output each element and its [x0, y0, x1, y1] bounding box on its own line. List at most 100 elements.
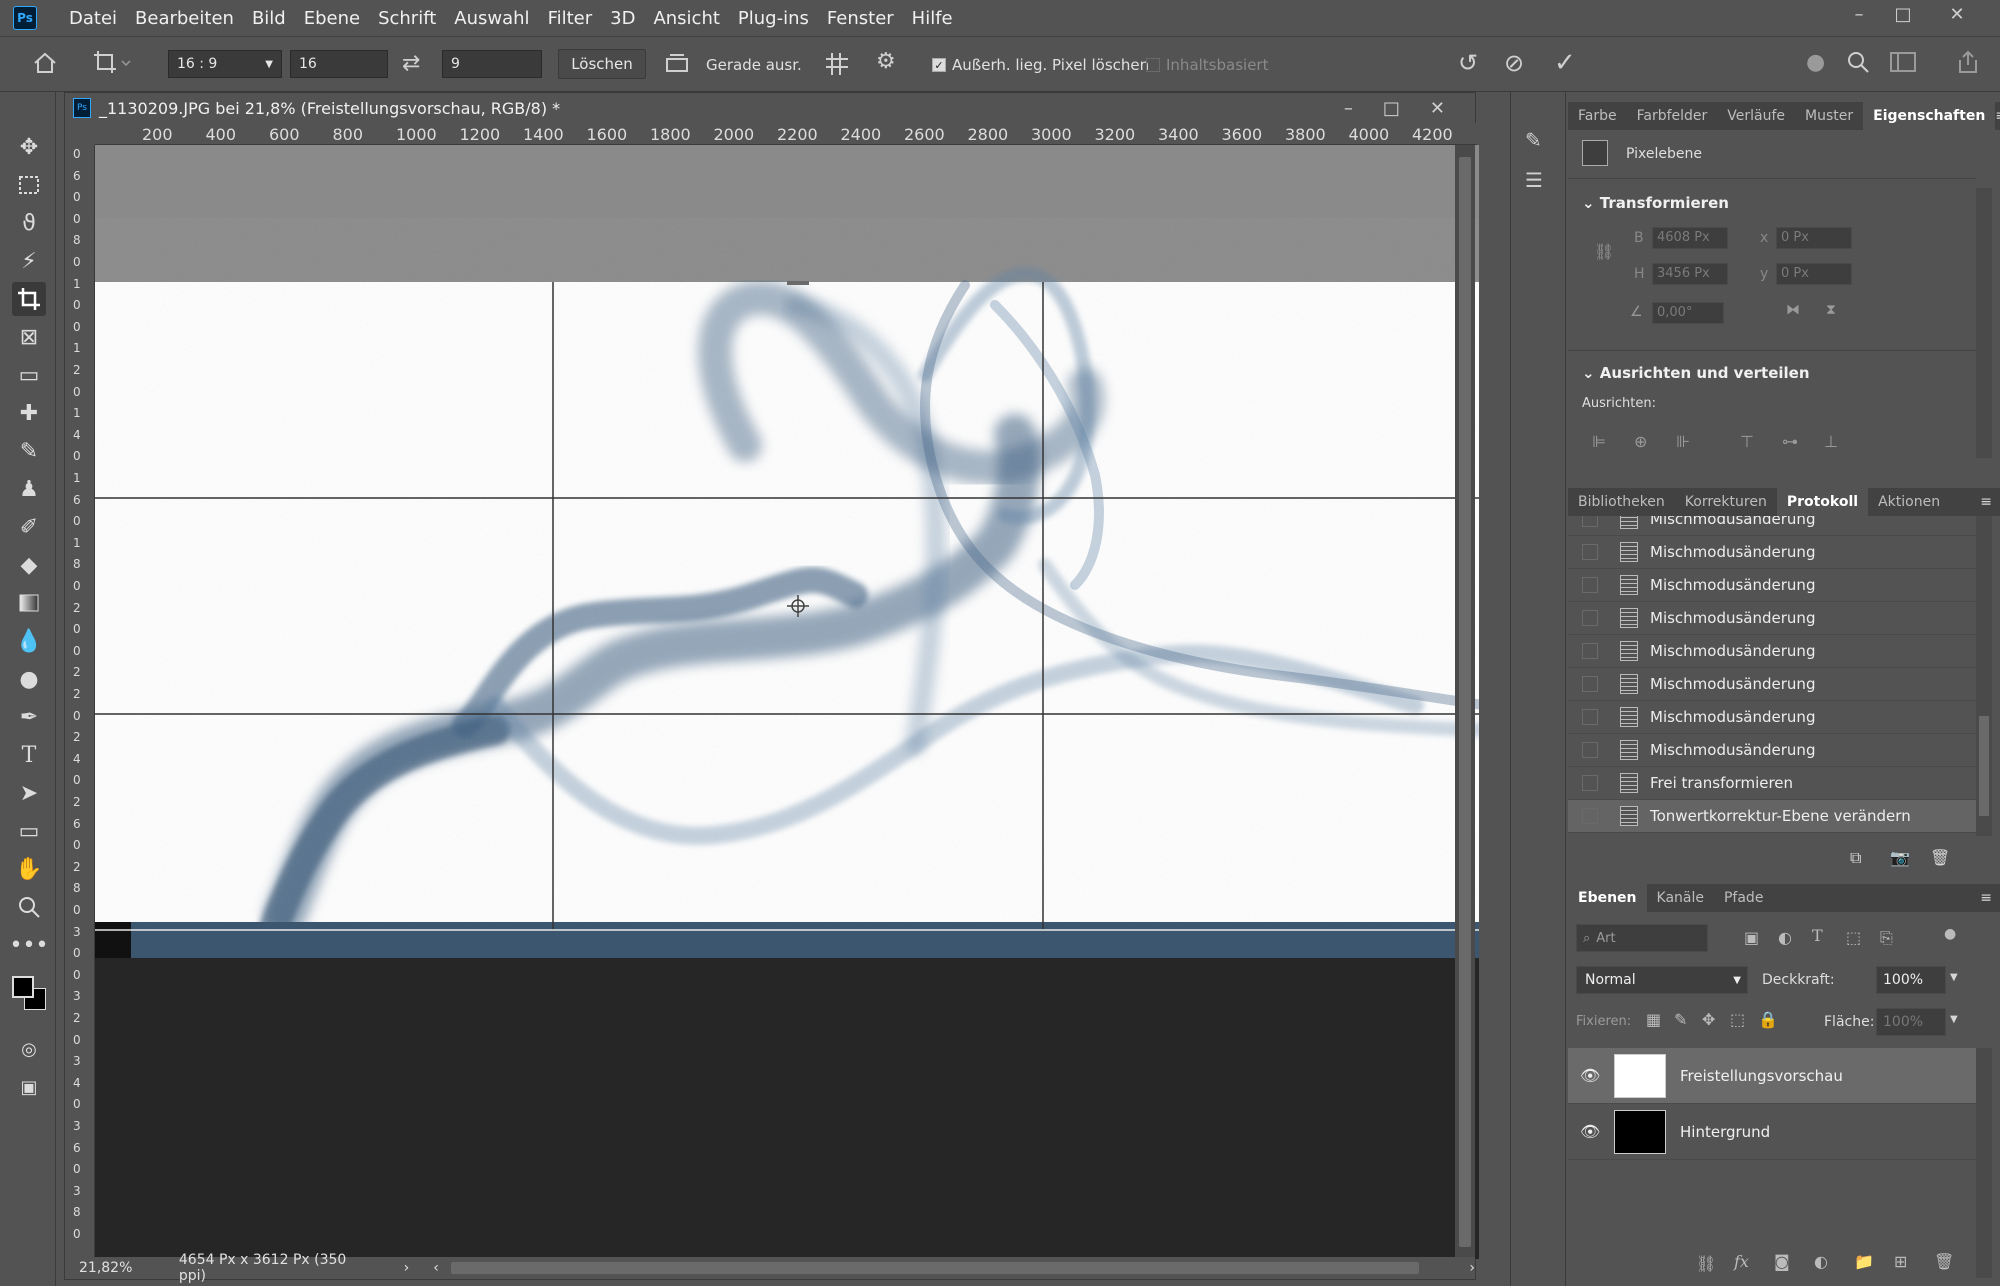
- filter-adjustment-icon[interactable]: ◐: [1778, 928, 1792, 947]
- search-icon[interactable]: [1846, 50, 1870, 78]
- blend-mode-select[interactable]: Normal ▼: [1576, 966, 1748, 994]
- canvas-area[interactable]: [95, 145, 1479, 1259]
- maximize-button[interactable]: □: [1880, 0, 1926, 28]
- layer-row[interactable]: 👁 Freistellungsvorschau: [1568, 1048, 1976, 1104]
- new-layer-icon[interactable]: ⊞: [1894, 1252, 1907, 1271]
- width-ratio-input[interactable]: 16: [290, 50, 388, 78]
- layer-filter-select[interactable]: ⌕ Art: [1576, 924, 1708, 952]
- menu-auswahl[interactable]: Auswahl: [454, 8, 529, 29]
- frame-tool-icon[interactable]: ⊠: [12, 320, 46, 354]
- content-aware-checkbox[interactable]: [1146, 58, 1160, 72]
- align-top-icon[interactable]: ⊤: [1740, 432, 1754, 451]
- commit-check-icon[interactable]: ✓: [1554, 50, 1576, 76]
- tab-ebenen[interactable]: Ebenen: [1568, 884, 1647, 912]
- panel-menu-icon[interactable]: ≡: [1980, 890, 1992, 906]
- crop-tool-icon[interactable]: [12, 282, 46, 316]
- document-tab[interactable]: Ps _1130209.JPG bei 21,8% (Freistellungs…: [65, 93, 1475, 123]
- new-document-from-state-icon[interactable]: ⧉: [1850, 848, 1861, 868]
- vertical-scrollbar[interactable]: [1455, 145, 1475, 1259]
- menu-schrift[interactable]: Schrift: [378, 8, 436, 29]
- marquee-tool-icon[interactable]: [12, 168, 46, 202]
- link-layers-icon[interactable]: ⛓: [1696, 1254, 1716, 1273]
- status-chevron-icon[interactable]: ›: [404, 1260, 410, 1276]
- path-selection-icon[interactable]: ➤: [12, 776, 46, 810]
- ruler-tool-icon[interactable]: ▭: [12, 358, 46, 392]
- brush-settings-icon[interactable]: ✎: [1525, 128, 1542, 152]
- layer-row[interactable]: 👁 Hintergrund: [1568, 1104, 1976, 1160]
- home-icon[interactable]: [32, 51, 58, 79]
- healing-brush-icon[interactable]: ✚: [12, 396, 46, 430]
- type-tool-icon[interactable]: T: [12, 738, 46, 772]
- doc-close-button[interactable]: ✕: [1430, 98, 1445, 119]
- tab-farbe[interactable]: Farbe: [1568, 102, 1627, 130]
- height-input[interactable]: 3456 Px: [1652, 263, 1728, 285]
- align-hcenter-icon[interactable]: ⊕: [1634, 432, 1647, 451]
- flip-horizontal-icon[interactable]: ⧓: [1786, 302, 1800, 318]
- chevron-down-icon[interactable]: ▼: [1950, 1014, 1958, 1025]
- history-item[interactable]: Frei transformieren: [1568, 767, 1976, 800]
- more-tools-icon[interactable]: •••: [10, 928, 49, 962]
- delete-cropped-checkbox[interactable]: ✓: [932, 58, 946, 72]
- history-item[interactable]: Mischmodusänderung: [1568, 536, 1976, 569]
- history-item[interactable]: Mischmodusänderung: [1568, 668, 1976, 701]
- history-scrollbar[interactable]: [1976, 516, 1992, 836]
- panel-menu-icon[interactable]: ≡: [1980, 494, 1992, 510]
- hand-tool-icon[interactable]: ✋: [12, 852, 46, 886]
- trash-icon[interactable]: 🗑: [1930, 848, 1950, 867]
- blur-tool-icon[interactable]: 💧: [12, 624, 46, 658]
- menu-datei[interactable]: Datei: [69, 8, 117, 29]
- adjustments-icon[interactable]: ☰: [1525, 168, 1543, 192]
- trash-icon[interactable]: 🗑: [1934, 1252, 1954, 1271]
- tab-eigenschaften[interactable]: Eigenschaften: [1863, 102, 1996, 130]
- menu-bearbeiten[interactable]: Bearbeiten: [135, 8, 234, 29]
- scroll-thumb[interactable]: [1459, 157, 1471, 1247]
- menu-ansicht[interactable]: Ansicht: [653, 8, 719, 29]
- swap-icon[interactable]: ⇄: [402, 53, 420, 75]
- history-brush-icon[interactable]: ✐: [12, 510, 46, 544]
- history-item[interactable]: Mischmodusänderung: [1568, 602, 1976, 635]
- clear-button[interactable]: Löschen: [558, 49, 646, 79]
- filter-pixel-icon[interactable]: ▣: [1744, 928, 1759, 947]
- zoom-level[interactable]: 21,82%: [79, 1260, 159, 1276]
- height-ratio-input[interactable]: 9: [442, 50, 542, 78]
- fx-icon[interactable]: fx: [1734, 1252, 1749, 1271]
- history-item[interactable]: Mischmodusänderung: [1568, 516, 1976, 536]
- filter-type-icon[interactable]: T: [1812, 926, 1823, 945]
- align-section-toggle[interactable]: ⌄ Ausrichten und verteilen: [1582, 364, 1810, 382]
- overlay-grid-icon[interactable]: [824, 51, 850, 81]
- new-group-icon[interactable]: 📁: [1854, 1252, 1874, 1271]
- menu-3d[interactable]: 3D: [610, 8, 635, 29]
- gradient-tool-icon[interactable]: [12, 586, 46, 620]
- quick-mask-icon[interactable]: ◎: [12, 1032, 46, 1066]
- doc-minimize-button[interactable]: –: [1344, 98, 1353, 119]
- gear-icon[interactable]: ⚙: [876, 51, 896, 73]
- tab-protokoll[interactable]: Protokoll: [1776, 488, 1869, 516]
- menu-fenster[interactable]: Fenster: [827, 8, 894, 29]
- brush-tool-icon[interactable]: ✎: [12, 434, 46, 468]
- tab-farbfelder[interactable]: Farbfelder: [1627, 102, 1718, 130]
- share-icon[interactable]: [1956, 50, 1980, 78]
- tab-aktionen[interactable]: Aktionen: [1868, 488, 1950, 516]
- cancel-icon[interactable]: ⊘: [1504, 51, 1524, 75]
- vertical-ruler[interactable]: 0 6 0 0 8 0 1 0 0 1 2 0 1 4 0 1 6 0 1 8 0 2 0 0 2 2 0 2 4 0 2 6 0 2 8 0 3 0 0 3…: [65, 145, 95, 1259]
- foreground-color-swatch[interactable]: [12, 976, 34, 998]
- straighten-label[interactable]: Gerade ausr.: [706, 56, 802, 74]
- ratio-select[interactable]: 16 : 9 ▼: [168, 50, 282, 78]
- lock-all-icon[interactable]: 🔒: [1758, 1010, 1778, 1029]
- horizontal-ruler[interactable]: 200 400 600 800 1000 1200 1400 1600 1800 2000 2200…: [95, 123, 1477, 145]
- close-button[interactable]: ✕: [1934, 0, 1980, 28]
- filter-smart-object-icon[interactable]: ⎘: [1880, 928, 1893, 948]
- minimize-button[interactable]: –: [1836, 0, 1882, 28]
- tab-bibliotheken[interactable]: Bibliotheken: [1568, 488, 1675, 516]
- lock-image-icon[interactable]: ✎: [1674, 1010, 1687, 1029]
- reset-icon[interactable]: ↺: [1458, 51, 1478, 75]
- visibility-eye-icon[interactable]: 👁: [1580, 1122, 1600, 1141]
- workspace-icon[interactable]: [1890, 52, 1916, 76]
- camera-icon[interactable]: 📷: [1890, 848, 1910, 867]
- x-input[interactable]: 0 Px: [1776, 227, 1852, 249]
- color-swatches[interactable]: [12, 976, 48, 1012]
- lock-artboard-icon[interactable]: ⬚: [1730, 1010, 1745, 1029]
- y-input[interactable]: 0 Px: [1776, 263, 1852, 285]
- lasso-tool-icon[interactable]: ϑ: [12, 206, 46, 240]
- straighten-icon[interactable]: [664, 51, 690, 79]
